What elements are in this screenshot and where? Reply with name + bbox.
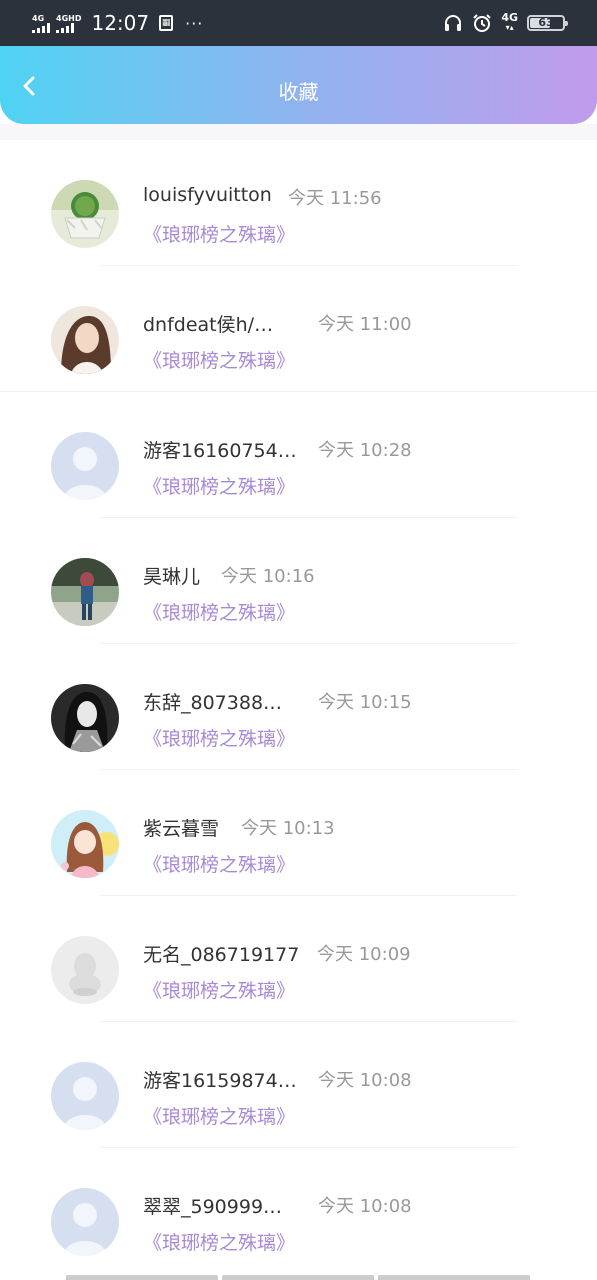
- work-title[interactable]: 《琅琊榜之殊璃》: [143, 976, 295, 1003]
- alarm-icon: [473, 14, 492, 32]
- timestamp: 今天 10:15: [318, 692, 412, 713]
- list-item[interactable]: 东辞_807388… 今天 10:15 《琅琊榜之殊璃》: [0, 644, 597, 770]
- avatar[interactable]: [51, 810, 119, 878]
- page-title: 收藏: [278, 80, 319, 104]
- avatar[interactable]: [51, 1188, 119, 1256]
- timestamp: 今天 10:09: [317, 944, 411, 965]
- user-name[interactable]: 翠翠_590999…: [143, 1192, 282, 1219]
- user-name[interactable]: 游客16159874…: [143, 1066, 297, 1093]
- bottom-edge-segment: [222, 1275, 374, 1280]
- bottom-edge-segment: [378, 1275, 530, 1280]
- signal-icon: 4GHD: [56, 14, 81, 33]
- user-name[interactable]: 无名_086719177: [143, 940, 299, 967]
- user-name[interactable]: dnfdeat侯h/…: [143, 310, 273, 337]
- header-spacer: [0, 124, 597, 140]
- timestamp: 今天 10:16: [221, 566, 315, 587]
- signal-label: 4G: [32, 13, 45, 23]
- avatar[interactable]: [51, 1062, 119, 1130]
- favorites-list: louisfyvuitton 今天 11:56 《琅琊榜之殊璃》 dnfdeat…: [0, 140, 597, 1274]
- signal-label: 4GHD: [56, 13, 82, 23]
- work-title[interactable]: 《琅琊榜之殊璃》: [143, 472, 295, 499]
- user-name[interactable]: 昊琳儿: [143, 562, 200, 589]
- list-item[interactable]: 游客16160754… 今天 10:28 《琅琊榜之殊璃》: [0, 392, 597, 518]
- timestamp: 今天 11:00: [318, 314, 412, 335]
- sim-card-icon: ▦: [159, 15, 174, 31]
- more-notifications-icon: ···: [185, 13, 204, 33]
- avatar[interactable]: [51, 432, 119, 500]
- signal-icon: 4G: [32, 14, 50, 33]
- user-name[interactable]: 紫云暮雪: [143, 814, 219, 841]
- user-name[interactable]: louisfyvuitton: [143, 184, 272, 206]
- status-bar: 4G 4GHD 12:07 ▦ ··· 4G ▾▴ 63: [0, 0, 597, 46]
- bottom-edge-segment: [66, 1275, 218, 1280]
- avatar[interactable]: [51, 558, 119, 626]
- network-icon: 4G ▾▴: [501, 11, 518, 32]
- list-item[interactable]: 无名_086719177 今天 10:09 《琅琊榜之殊璃》: [0, 896, 597, 1022]
- network-label: 4G: [501, 11, 518, 24]
- timestamp: 今天 10:08: [318, 1070, 412, 1091]
- work-title[interactable]: 《琅琊榜之殊璃》: [143, 1228, 295, 1255]
- list-item[interactable]: 紫云暮雪 今天 10:13 《琅琊榜之殊璃》: [0, 770, 597, 896]
- avatar[interactable]: [51, 936, 119, 1004]
- list-item[interactable]: 游客16159874… 今天 10:08 《琅琊榜之殊璃》: [0, 1022, 597, 1148]
- timestamp: 今天 10:08: [318, 1196, 412, 1217]
- work-title[interactable]: 《琅琊榜之殊璃》: [143, 598, 295, 625]
- list-item[interactable]: dnfdeat侯h/… 今天 11:00 《琅琊榜之殊璃》: [0, 266, 597, 392]
- page-header: 收藏: [0, 46, 597, 124]
- list-item[interactable]: 翠翠_590999… 今天 10:08 《琅琊榜之殊璃》: [0, 1148, 597, 1274]
- avatar[interactable]: [51, 684, 119, 752]
- battery-level: 63: [538, 16, 554, 29]
- avatar[interactable]: [51, 306, 119, 374]
- list-item[interactable]: louisfyvuitton 今天 11:56 《琅琊榜之殊璃》: [0, 140, 597, 266]
- work-title[interactable]: 《琅琊榜之殊璃》: [143, 346, 295, 373]
- bottom-edge: [66, 1275, 530, 1280]
- work-title[interactable]: 《琅琊榜之殊璃》: [143, 1102, 295, 1129]
- work-title[interactable]: 《琅琊榜之殊璃》: [143, 220, 295, 247]
- avatar[interactable]: [51, 180, 119, 248]
- work-title[interactable]: 《琅琊榜之殊璃》: [143, 850, 295, 877]
- timestamp: 今天 10:13: [241, 818, 335, 839]
- clock: 12:07: [91, 11, 150, 35]
- timestamp: 今天 10:28: [318, 440, 412, 461]
- user-name[interactable]: 东辞_807388…: [143, 688, 282, 715]
- list-item[interactable]: 昊琳儿 今天 10:16 《琅琊榜之殊璃》: [0, 518, 597, 644]
- user-name[interactable]: 游客16160754…: [143, 436, 297, 463]
- timestamp: 今天 11:56: [288, 188, 382, 209]
- battery-icon: 63: [527, 15, 568, 31]
- work-title[interactable]: 《琅琊榜之殊璃》: [143, 724, 295, 751]
- headphones-icon: [445, 15, 462, 31]
